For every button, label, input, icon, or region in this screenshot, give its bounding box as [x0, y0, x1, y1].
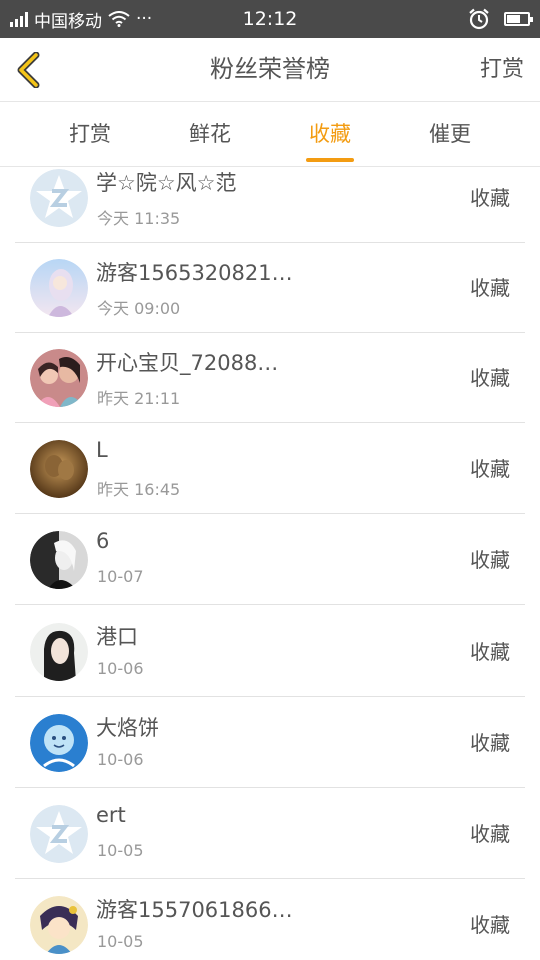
reward-button[interactable]: 打赏: [480, 38, 524, 101]
favorite-time: 昨天 21:11: [97, 389, 181, 408]
favorite-time: 今天 11:35: [97, 209, 181, 228]
favorite-time: 10-05: [97, 841, 144, 860]
page-title: 粉丝荣誉榜: [210, 55, 330, 83]
user-name: 游客1565320821…: [96, 261, 293, 285]
list-item[interactable]: 开心宝贝_72088… 昨天 21:11 收藏: [15, 333, 525, 423]
user-name: L: [96, 438, 108, 462]
favorite-label: 收藏: [470, 822, 510, 846]
tab-favorites[interactable]: 收藏: [280, 102, 380, 166]
status-bar: 中国移动 ··· 12:12: [0, 0, 540, 38]
favorite-label: 收藏: [470, 640, 510, 664]
favorite-time: 昨天 16:45: [97, 480, 181, 499]
photo-avatar-icon: [30, 531, 88, 589]
user-name: ert: [96, 803, 126, 827]
tab-urge[interactable]: 催更: [400, 102, 500, 166]
favorite-label: 收藏: [470, 731, 510, 755]
tab-reward[interactable]: 打赏: [40, 102, 140, 166]
user-name: 大烙饼: [96, 716, 159, 740]
tab-flowers[interactable]: 鲜花: [160, 102, 260, 166]
photo-avatar-icon: [30, 349, 88, 407]
favorite-time: 10-06: [97, 659, 144, 678]
user-name: 港口: [96, 625, 138, 649]
favorite-label: 收藏: [470, 366, 510, 390]
fan-list: 学☆院☆风☆范 今天 11:35 收藏 游客1565320821… 今天 09:…: [0, 167, 540, 960]
list-item[interactable]: ert 10-05 收藏: [15, 789, 525, 879]
list-item[interactable]: L 昨天 16:45 收藏: [15, 424, 525, 514]
photo-avatar-icon: [30, 440, 88, 498]
anime-avatar-icon: [30, 259, 88, 317]
user-name: 开心宝贝_72088…: [96, 351, 279, 375]
anime-avatar-icon: [30, 896, 88, 954]
list-item[interactable]: 游客1565320821… 今天 09:00 收藏: [15, 243, 525, 333]
list-item[interactable]: 学☆院☆风☆范 今天 11:35 收藏: [15, 167, 525, 243]
default-avatar-icon: [30, 805, 88, 863]
list-item[interactable]: 港口 10-06 收藏: [15, 607, 525, 697]
favorite-time: 10-06: [97, 750, 144, 769]
favorite-label: 收藏: [470, 548, 510, 572]
default-avatar-icon: [30, 169, 88, 227]
favorite-label: 收藏: [470, 276, 510, 300]
favorite-label: 收藏: [470, 913, 510, 937]
list-item[interactable]: 6 10-07 收藏: [15, 515, 525, 605]
photo-avatar-icon: [30, 623, 88, 681]
user-name: 6: [96, 529, 110, 553]
favorite-time: 今天 09:00: [97, 299, 181, 318]
favorite-label: 收藏: [470, 457, 510, 481]
list-item[interactable]: 游客1557061866… 10-05 收藏: [15, 880, 525, 960]
favorite-label: 收藏: [470, 186, 510, 210]
favorite-time: 10-05: [97, 932, 144, 951]
status-time: 12:12: [242, 8, 298, 30]
list-item[interactable]: 大烙饼 10-06 收藏: [15, 698, 525, 788]
nav-header: 粉丝荣誉榜 打赏: [0, 38, 540, 102]
user-name: 游客1557061866…: [96, 898, 293, 922]
favorite-time: 10-07: [97, 567, 144, 586]
art-avatar-icon: [30, 714, 88, 772]
battery-icon: [504, 12, 533, 26]
tab-bar: 打赏 鲜花 收藏 催更: [0, 102, 540, 167]
user-name: 学☆院☆风☆范: [96, 171, 237, 195]
alarm-icon: [469, 8, 489, 30]
status-right: [468, 0, 533, 38]
